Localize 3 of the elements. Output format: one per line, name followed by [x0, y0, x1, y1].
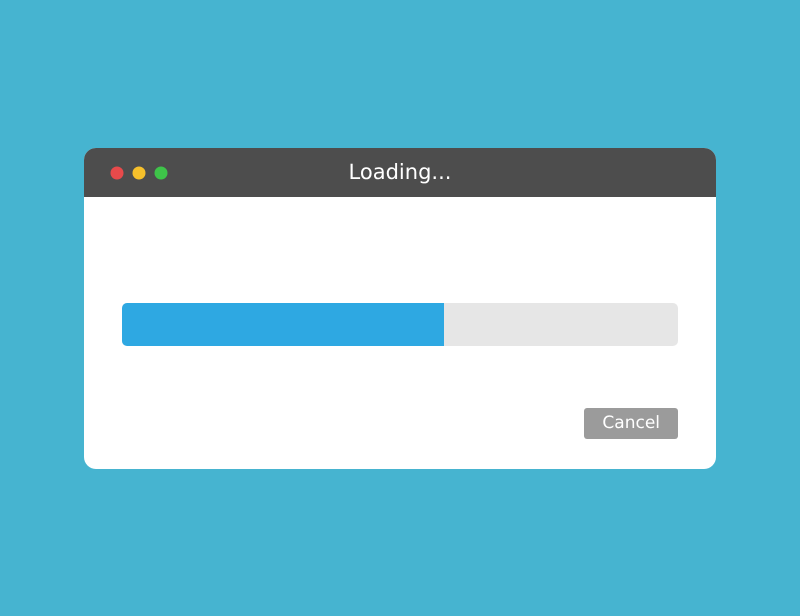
window-controls-icon[interactable]: [110, 166, 168, 180]
cancel-button[interactable]: Cancel: [584, 408, 678, 438]
window-title: Loading...: [348, 160, 452, 184]
